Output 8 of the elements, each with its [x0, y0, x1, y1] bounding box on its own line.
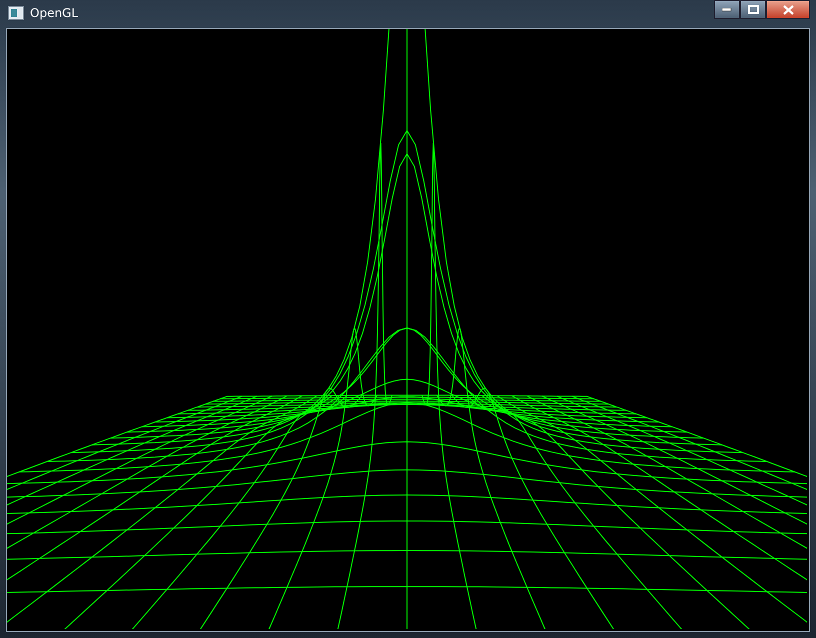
close-button[interactable]	[766, 0, 810, 19]
minimize-button[interactable]	[714, 0, 740, 19]
maximize-button[interactable]	[740, 0, 766, 19]
window-title: OpenGL	[30, 6, 78, 20]
maximize-icon	[748, 5, 758, 14]
close-icon	[782, 4, 794, 14]
window-icon	[8, 6, 24, 20]
minimize-icon	[722, 8, 732, 12]
